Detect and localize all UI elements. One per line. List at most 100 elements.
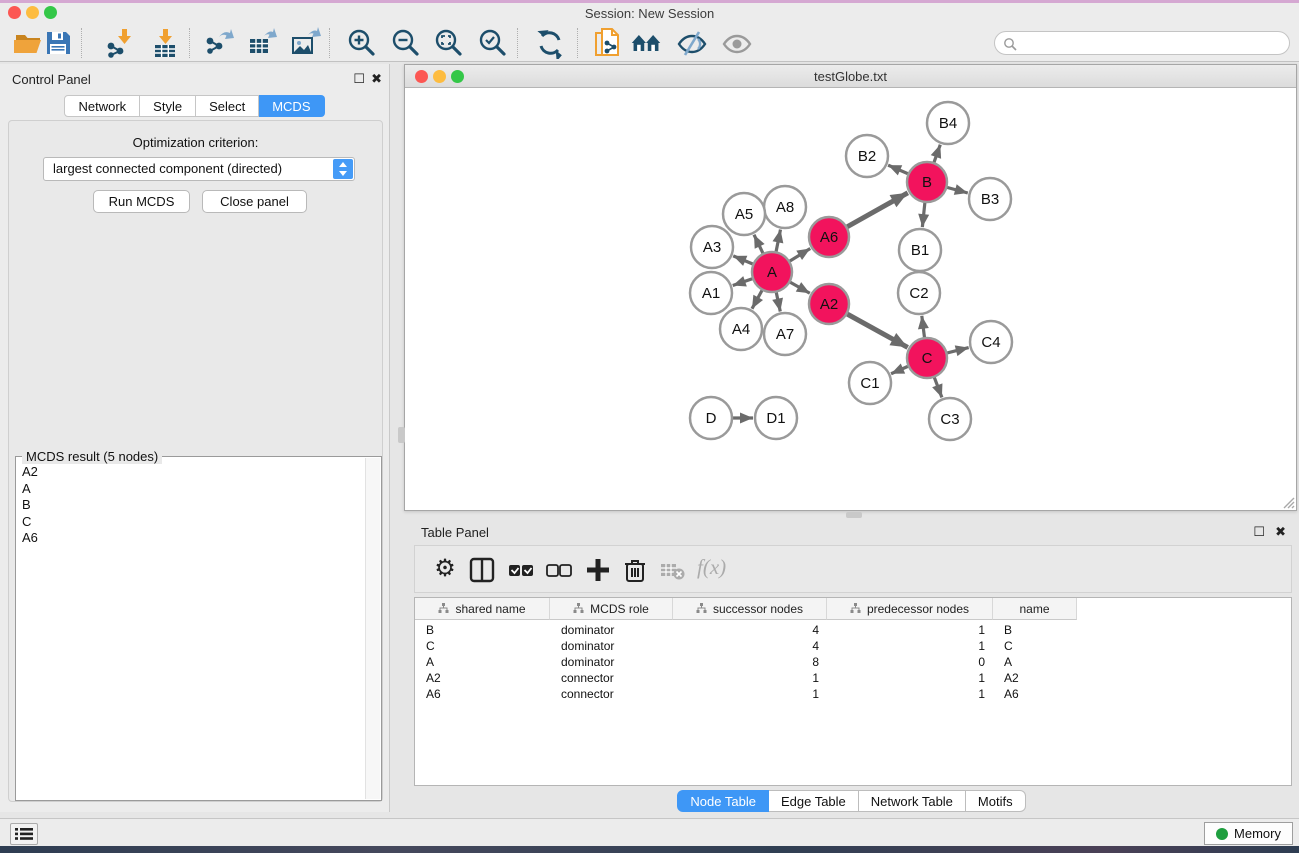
column-header-successor-nodes[interactable]: successor nodes [673,598,827,620]
node-label: A6 [820,229,838,246]
import-table-icon[interactable] [149,27,181,59]
zoom-in-icon[interactable] [346,27,378,59]
close-table-panel-icon[interactable]: ✖ [1275,524,1286,540]
table-toolbar: ⚙ f(x) [414,545,1292,593]
table-row[interactable]: Cdominator41C [415,638,1291,654]
node-table[interactable]: shared nameMCDS role successor nodes prede… [414,597,1292,786]
mcds-result-group: MCDS result (5 nodes) A2ABCA6 [15,456,382,801]
result-item[interactable]: A6 [17,530,365,547]
app-title: Session: New Session [0,6,1299,21]
zoom-selected-icon[interactable] [477,27,509,59]
table-body: Bdominator41BCdominator41CAdominator80AA… [415,622,1291,702]
graph-node-D[interactable]: D [690,397,732,439]
column-header-name[interactable]: name [993,598,1077,620]
network-window-titlebar[interactable]: testGlobe.txt [405,65,1296,88]
delete-table-icon[interactable] [658,556,686,584]
tab-motifs[interactable]: Motifs [966,790,1026,812]
tab-select[interactable]: Select [196,95,259,117]
float-panel-icon[interactable]: ☐ [353,71,365,87]
graph-node-C4[interactable]: C4 [970,321,1012,363]
graph-node-A1[interactable]: A1 [690,272,732,314]
mcds-result-list[interactable]: A2ABCA6 [17,464,365,799]
table-row[interactable]: Adominator80A [415,654,1291,670]
graph-node-A2[interactable]: A2 [809,284,849,324]
node-label: A8 [776,199,794,216]
zoom-fit-icon[interactable] [433,27,465,59]
export-network-icon[interactable] [203,27,235,59]
delete-column-trash-icon[interactable] [621,556,649,584]
network-graph-canvas[interactable]: B4 B2 B B3 A8 A5 A6 A3 B1 A C2 A1 A2 A4A7 C4 C C1 C3 D D1 [406,89,1297,511]
export-table-icon[interactable] [246,27,278,59]
graph-node-B1[interactable]: B1 [899,229,941,271]
function-builder-icon[interactable]: f(x) [697,555,726,580]
memory-button[interactable]: Memory [1204,822,1293,845]
tab-network-table[interactable]: Network Table [859,790,966,812]
copy-network-icon[interactable] [592,27,624,59]
result-item[interactable]: C [17,514,365,531]
graph-node-A6[interactable]: A6 [809,217,849,257]
result-item[interactable]: B [17,497,365,514]
graph-node-A4[interactable]: A4 [720,308,762,350]
result-item[interactable]: A2 [17,464,365,481]
open-session-icon[interactable] [12,27,44,59]
graph-node-C3[interactable]: C3 [929,398,971,440]
table-cell: 1 [673,670,827,686]
column-header-MCDS-role[interactable]: MCDS role [550,598,673,620]
graph-node-B2[interactable]: B2 [846,135,888,177]
show-eye-icon[interactable] [721,27,753,59]
graph-node-B[interactable]: B [907,162,947,202]
result-item[interactable]: A [17,481,365,498]
table-settings-gear-icon[interactable]: ⚙ [431,556,459,584]
graph-node-D1[interactable]: D1 [755,397,797,439]
float-table-panel-icon[interactable]: ☐ [1253,524,1265,540]
graph-node-A7[interactable]: A7 [764,313,806,355]
result-scrollbar[interactable] [365,458,380,799]
panel-menu-button[interactable] [10,823,38,845]
graph-node-A3[interactable]: A3 [691,226,733,268]
tab-node-table[interactable]: Node Table [677,790,769,812]
tab-mcds[interactable]: MCDS [259,95,324,117]
run-mcds-button[interactable]: Run MCDS [93,190,190,213]
deselect-all-icon[interactable] [545,556,573,584]
graph-node-B4[interactable]: B4 [927,102,969,144]
home-icon[interactable] [630,27,662,59]
memory-status-icon [1216,828,1228,840]
close-panel-button[interactable]: Close panel [202,190,307,213]
table-row[interactable]: Bdominator41B [415,622,1291,638]
horizontal-scroll-nub[interactable] [846,512,862,518]
memory-label: Memory [1234,826,1281,841]
tab-network[interactable]: Network [64,95,140,117]
node-label: B [922,174,932,191]
show-columns-icon[interactable] [468,556,496,584]
zoom-out-icon[interactable] [390,27,422,59]
column-header-shared-name[interactable]: shared name [415,598,550,620]
criterion-dropdown[interactable]: largest connected component (directed) [43,157,355,181]
export-image-icon[interactable] [289,27,321,59]
refresh-layout-icon[interactable] [534,27,566,59]
node-label: B4 [939,115,957,132]
graph-node-B3[interactable]: B3 [969,178,1011,220]
table-panel: Table Panel ☐ ✖ ⚙ f(x) shared [404,520,1299,812]
graph-node-A5[interactable]: A5 [723,193,765,235]
table-row[interactable]: A2connector11A2 [415,670,1291,686]
graph-node-A[interactable]: A [752,252,792,292]
column-header-predecessor-nodes[interactable]: predecessor nodes [827,598,993,620]
hide-glasses-icon[interactable] [676,27,708,59]
select-all-icon[interactable] [507,556,535,584]
table-cell: 0 [827,654,993,670]
add-column-icon[interactable] [584,556,612,584]
vertical-scroll-nub[interactable] [398,427,405,443]
tab-style[interactable]: Style [140,95,196,117]
tab-edge-table[interactable]: Edge Table [769,790,859,812]
table-row[interactable]: A6connector11A6 [415,686,1291,702]
graph-node-C1[interactable]: C1 [849,362,891,404]
graph-node-A8[interactable]: A8 [764,186,806,228]
column-header-label: successor nodes [713,602,803,616]
search-input[interactable] [994,31,1290,55]
close-panel-icon[interactable]: ✖ [371,71,382,87]
save-session-icon[interactable] [42,27,74,59]
window-resize-grip[interactable] [1281,495,1295,509]
import-network-icon[interactable] [104,27,136,59]
graph-node-C[interactable]: C [907,338,947,378]
graph-node-C2[interactable]: C2 [898,272,940,314]
